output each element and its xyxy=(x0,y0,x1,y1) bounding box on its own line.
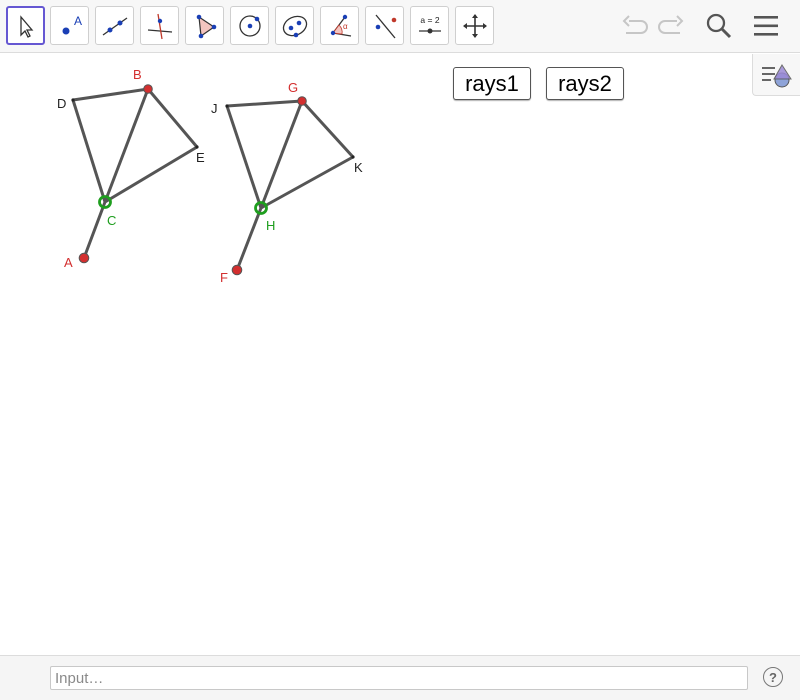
slider-tool-label: a = 2 xyxy=(420,15,439,25)
label-e: E xyxy=(196,150,205,165)
slider-tool-button[interactable]: a = 2 xyxy=(410,6,449,45)
circle-tool-button[interactable] xyxy=(230,6,269,45)
arrow-cursor-icon xyxy=(19,14,33,38)
reflect-tool-button[interactable] xyxy=(365,6,404,45)
segment-jh[interactable] xyxy=(225,105,263,209)
redo-icon xyxy=(658,15,684,34)
segment-dc[interactable] xyxy=(71,99,107,203)
circle-icon xyxy=(238,14,261,37)
point-a[interactable] xyxy=(78,252,90,264)
point-d[interactable] xyxy=(71,98,75,102)
label-a: A xyxy=(64,255,73,270)
perpendicular-tool-button[interactable] xyxy=(140,6,179,45)
rays1-button[interactable]: rays1 xyxy=(453,67,531,100)
search-icon xyxy=(706,13,732,39)
segment-bc[interactable] xyxy=(103,88,150,203)
point-e[interactable] xyxy=(195,145,199,149)
perpendicular-line-icon xyxy=(147,13,172,39)
point-icon: A xyxy=(62,14,82,34)
main-menu-button[interactable] xyxy=(749,9,783,43)
segment-ec[interactable] xyxy=(104,145,198,204)
segment-jg[interactable] xyxy=(226,99,303,108)
reflect-about-line-icon xyxy=(374,14,396,38)
label-j: J xyxy=(211,101,218,116)
angle-tool-label: α xyxy=(343,22,348,31)
label-g: G xyxy=(288,80,298,95)
geometry-canvas[interactable]: D B E C A J G K H F xyxy=(0,54,800,655)
undo-button[interactable] xyxy=(618,9,652,43)
segment-be[interactable] xyxy=(146,88,199,148)
point-j[interactable] xyxy=(225,104,229,108)
hamburger-menu-icon xyxy=(754,16,778,36)
label-k: K xyxy=(354,160,363,175)
line-icon xyxy=(102,16,127,36)
point-tool-label: A xyxy=(74,14,82,28)
line-tool-button[interactable] xyxy=(95,6,134,45)
move-graphics-view-icon xyxy=(462,13,487,38)
segment-db[interactable] xyxy=(72,87,149,102)
undo-icon xyxy=(622,15,648,34)
slider-icon: a = 2 xyxy=(418,15,441,33)
point-b[interactable] xyxy=(143,84,153,94)
segment-gk[interactable] xyxy=(300,99,355,159)
figure2-segments xyxy=(225,99,355,271)
segment-hf[interactable] xyxy=(235,207,263,271)
figure1-segments xyxy=(71,87,199,259)
point-tool-button[interactable]: A xyxy=(50,6,89,45)
move-view-tool-button[interactable] xyxy=(455,6,494,45)
label-h: H xyxy=(266,218,275,233)
search-button[interactable] xyxy=(702,9,736,43)
label-f: F xyxy=(220,270,228,285)
segment-ca[interactable] xyxy=(82,201,107,259)
help-button[interactable]: ? xyxy=(763,667,783,687)
polygon-tool-button[interactable] xyxy=(185,6,224,45)
redo-button[interactable] xyxy=(654,9,688,43)
polygon-icon xyxy=(196,14,216,38)
angle-icon: α xyxy=(330,14,351,37)
point-f[interactable] xyxy=(231,264,243,276)
point-k[interactable] xyxy=(351,155,355,159)
ellipse-icon xyxy=(282,15,307,37)
algebra-input-field[interactable] xyxy=(50,666,748,690)
move-tool-button[interactable] xyxy=(6,6,45,45)
graphics-view[interactable]: D B E C A J G K H F xyxy=(0,54,800,655)
label-b: B xyxy=(133,67,142,82)
label-c: C xyxy=(107,213,116,228)
point-g[interactable] xyxy=(297,96,307,106)
angle-tool-button[interactable]: α xyxy=(320,6,359,45)
conic-tool-button[interactable] xyxy=(275,6,314,45)
segment-kh[interactable] xyxy=(260,155,354,210)
label-d: D xyxy=(57,96,66,111)
segment-gh[interactable] xyxy=(259,100,304,209)
help-icon: ? xyxy=(769,669,777,685)
rays2-button[interactable]: rays2 xyxy=(546,67,624,100)
toolbar: A α a = 2 xyxy=(0,0,800,53)
input-bar: ? xyxy=(0,655,800,700)
